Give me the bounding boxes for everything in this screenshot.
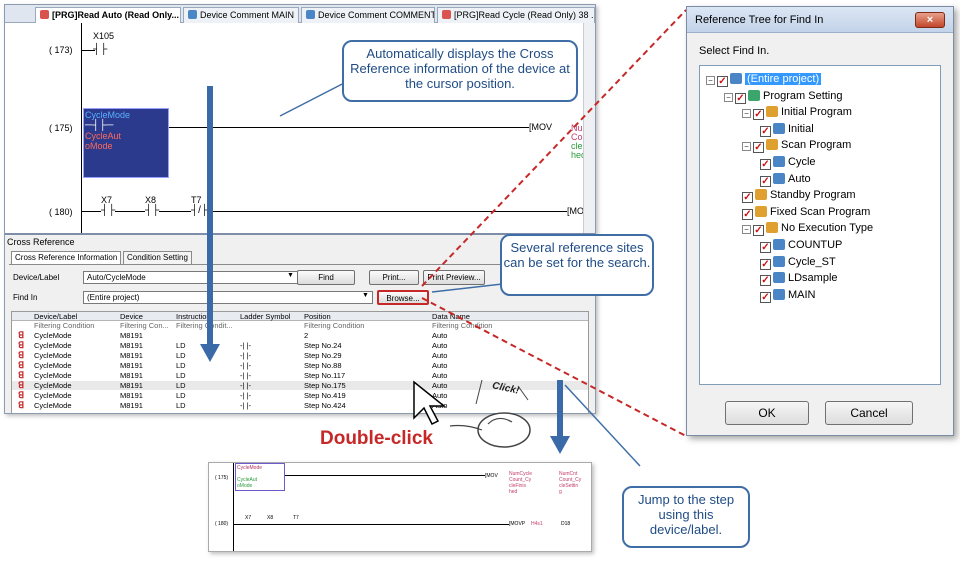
jump-destination-preview: ( 175) CycleMode CycleAut oMode [MOV Num… (208, 462, 592, 552)
tree-item[interactable]: ✓ Initial (760, 122, 814, 137)
checkbox[interactable]: ✓ (717, 76, 728, 87)
checkbox[interactable]: ✓ (753, 142, 764, 154)
tree-item[interactable]: ✓ Cycle_ST (760, 255, 836, 270)
checkbox[interactable]: ✓ (753, 225, 764, 237)
folder-icon (748, 89, 760, 101)
dialog-caption: Select Find In. (699, 45, 770, 57)
program-file-icon (773, 156, 785, 167)
tree-item-label: Initial Program (781, 106, 852, 119)
checkbox[interactable]: ✓ (742, 192, 753, 204)
program-file-icon (773, 272, 785, 284)
tree-item[interactable]: ✓ MAIN (760, 288, 816, 303)
tree-item[interactable]: ✓ Auto (760, 172, 811, 187)
tree-item-label: Fixed Scan Program (770, 205, 871, 218)
checkbox[interactable]: ✓ (760, 242, 771, 253)
checkbox[interactable]: ✓ (753, 109, 764, 121)
tree-item-label: No Execution Type (781, 222, 874, 235)
tree-item-label: (Entire project) (745, 73, 822, 85)
folder-icon (766, 106, 778, 118)
tree-item[interactable]: ✓ Cycle (760, 155, 816, 170)
program-file-icon (773, 239, 785, 250)
folder-icon (766, 222, 778, 234)
tree-item[interactable]: − ✓ (Entire project) (706, 72, 822, 87)
collapse-icon[interactable]: − (742, 109, 751, 119)
tree-item[interactable]: ✓ Standby Program (742, 188, 856, 204)
tree-item[interactable]: ✓ Fixed Scan Program (742, 205, 871, 220)
collapse-icon[interactable]: − (724, 92, 733, 102)
ok-button[interactable]: OK (725, 401, 809, 425)
tree-item[interactable]: − ✓ Initial Program (742, 105, 852, 121)
tree-item[interactable]: ✓ LDsample (760, 271, 838, 287)
callout-jump-to-step: Jump to the step using this device/label… (622, 486, 750, 548)
checkbox[interactable]: ✓ (760, 159, 771, 170)
tree-item-label: MAIN (788, 288, 816, 301)
checkbox[interactable]: ✓ (760, 275, 771, 287)
tree-item-label: Program Setting (763, 89, 843, 102)
folder-icon (766, 139, 778, 151)
reference-tree-dialog: Reference Tree for Find In × Select Find… (686, 6, 954, 436)
checkbox[interactable]: ✓ (742, 208, 753, 220)
tree-item-label: LDsample (788, 272, 838, 285)
dialog-title: Reference Tree for Find In (687, 7, 953, 33)
folder-icon (755, 189, 767, 201)
folder-icon (730, 73, 742, 84)
find-in-tree: − ✓ (Entire project) − ✓ Program Setting − ✓ Ini… (699, 65, 941, 385)
tree-item-label: Auto (788, 172, 811, 185)
collapse-icon[interactable]: − (742, 225, 751, 235)
program-file-icon (773, 255, 785, 267)
checkbox[interactable]: ✓ (760, 175, 771, 187)
checkbox[interactable]: ✓ (760, 125, 771, 137)
callout-cross-reference-info: Automatically displays the Cross Referen… (342, 40, 578, 102)
tree-item[interactable]: − ✓ Program Setting (724, 89, 843, 104)
checkbox[interactable]: ✓ (735, 92, 746, 104)
program-file-icon (773, 122, 785, 134)
collapse-icon[interactable]: − (706, 76, 715, 85)
mouse-cursor-icon (413, 379, 531, 448)
checkbox[interactable]: ✓ (760, 291, 771, 303)
tree-item-label: Scan Program (781, 139, 852, 152)
cancel-button[interactable]: Cancel (825, 401, 913, 425)
tree-item-label: Cycle_ST (788, 255, 836, 268)
tree-item[interactable]: − ✓ Scan Program (742, 138, 852, 154)
tree-item-label: Standby Program (770, 189, 856, 202)
collapse-icon[interactable]: − (742, 142, 751, 152)
tree-item[interactable]: ✓ COUNTUP (760, 238, 843, 253)
program-file-icon (773, 172, 785, 184)
close-icon[interactable]: × (915, 12, 945, 28)
tree-item-label: COUNTUP (788, 239, 843, 251)
tree-item-label: Initial (788, 122, 814, 135)
tree-item-label: Cycle (788, 156, 816, 168)
callout-reference-sites: Several reference sites can be set for t… (500, 234, 654, 296)
tree-item[interactable]: − ✓ No Execution Type (742, 221, 874, 237)
program-file-icon (773, 288, 785, 300)
checkbox[interactable]: ✓ (760, 258, 771, 270)
folder-icon (755, 205, 767, 217)
